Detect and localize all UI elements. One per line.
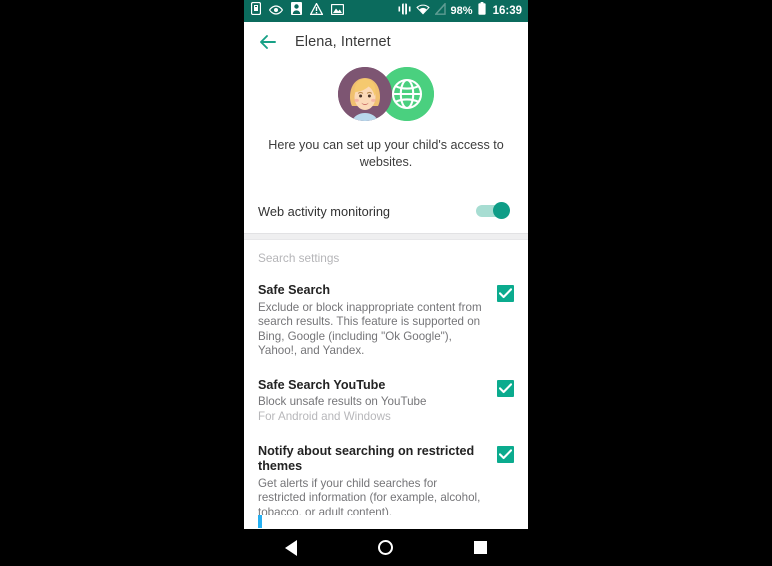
web-activity-monitoring-label: Web activity monitoring	[258, 203, 391, 219]
nav-recents-icon[interactable]	[458, 529, 504, 566]
web-activity-monitoring-row[interactable]: Web activity monitoring	[244, 189, 528, 233]
warning-triangle-icon	[309, 2, 324, 20]
setting-item-body: Safe Search YouTube Block unsafe results…	[258, 378, 497, 425]
status-bar-right-icons: 98% 16:39	[398, 0, 522, 22]
search-settings-header: Search settings	[244, 240, 528, 275]
eye-icon	[268, 2, 284, 20]
scroll-hint-area	[244, 515, 528, 529]
signal-off-icon	[433, 1, 446, 20]
wifi-icon	[415, 2, 430, 20]
sim-card-icon	[250, 1, 262, 20]
setting-description: Block unsafe results on YouTube	[258, 395, 427, 409]
hero-section: Here you can set up your child's access …	[244, 62, 528, 171]
android-navigation-bar	[244, 529, 528, 566]
back-arrow-icon[interactable]	[258, 32, 278, 52]
setting-note: For Android and Windows	[258, 409, 391, 423]
safe-search-youtube-checkbox[interactable]	[497, 379, 514, 397]
battery-percent-label: 98%	[450, 5, 473, 17]
web-activity-monitoring-toggle[interactable]	[476, 201, 510, 221]
image-icon	[330, 2, 345, 20]
nav-home-icon[interactable]	[363, 529, 409, 566]
vibrate-icon	[398, 2, 411, 20]
battery-full-icon	[477, 2, 486, 20]
scroll-position-indicator[interactable]	[258, 515, 262, 528]
status-bar-left-icons	[250, 1, 345, 20]
hero-description: Here you can set up your child's access …	[268, 138, 504, 169]
contact-icon	[291, 2, 302, 20]
nav-back-icon[interactable]	[268, 529, 314, 566]
safe-search-checkbox[interactable]	[497, 285, 514, 302]
phone-screen: 98% 16:39 Elena, Internet Here you can s…	[244, 0, 528, 566]
app-bar: Elena, Internet	[244, 22, 528, 62]
child-avatar	[338, 67, 392, 121]
setting-item-body: Notify about searching on restricted the…	[258, 444, 497, 521]
page-title: Elena, Internet	[295, 34, 391, 50]
toggle-thumb	[493, 202, 510, 219]
setting-item-safe-search[interactable]: Safe Search Exclude or block inappropria…	[244, 275, 528, 370]
setting-title: Safe Search	[258, 283, 331, 297]
setting-description: Exclude or block inappropriate content f…	[258, 300, 482, 358]
screenshot-root: 98% 16:39 Elena, Internet Here you can s…	[0, 0, 772, 566]
setting-item-body: Safe Search Exclude or block inappropria…	[258, 283, 497, 359]
setting-title: Notify about searching on restricted the…	[258, 443, 475, 474]
section-divider	[244, 233, 528, 240]
setting-description: Get alerts if your child searches for re…	[258, 476, 481, 519]
notify-restricted-themes-checkbox[interactable]	[497, 445, 514, 463]
status-bar: 98% 16:39	[244, 0, 528, 22]
setting-item-safe-search-youtube[interactable]: Safe Search YouTube Block unsafe results…	[244, 369, 528, 436]
avatar-group	[338, 67, 434, 123]
setting-title: Safe Search YouTube	[258, 377, 386, 392]
clock-label: 16:39	[492, 5, 522, 17]
